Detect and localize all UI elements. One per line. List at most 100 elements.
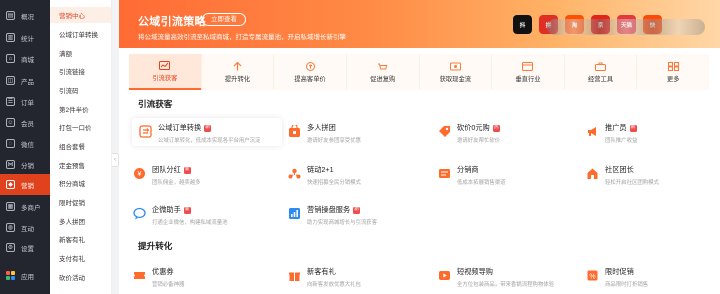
sidebar-item-order[interactable]: ☰ 订单 [0, 91, 50, 112]
feature-card-short-video[interactable]: 短视频导购 全方位包装商品，带来香锅流程购物体验 [437, 262, 587, 290]
team-bonus-icon: ¥ [132, 166, 146, 180]
order-icon: ☰ [6, 97, 15, 106]
submenu-item[interactable]: 引流链接 [50, 63, 111, 79]
tab-industry[interactable]: 垂直行业 [491, 54, 564, 90]
feature-card-distributor[interactable]: 分销商低成本拓展销售渠道 [437, 160, 587, 188]
feature-card-community-leader[interactable]: 社区团长 轻松开启社区团购模式 [585, 160, 720, 188]
feature-card-title: 社区团长 [605, 165, 659, 175]
secondary-sidebar: 营销中心公域订单转换 满额引流链接引流码第2件半价打包一口价组合套餐定金预售积分商… [50, 0, 112, 294]
feature-card-text: 多人拼团 邀请好友参团享受优惠 [307, 123, 361, 144]
submenu-item[interactable]: 满额 [50, 44, 111, 60]
banner-subtitle: 将公域流量高效引流至私域商城，打造专属流量池，开启私域增长新引擎 [138, 34, 346, 41]
sidebar-item-mall[interactable]: ⌂ 商城 [0, 48, 50, 69]
stats-icon: ▥ [6, 33, 15, 42]
submenu-item[interactable]: 组合套餐 [50, 138, 111, 154]
submenu-item[interactable]: 支付有礼 [50, 250, 111, 266]
feature-card-desc: 打通企业微信，构建私域流量池 [152, 220, 228, 226]
section-title-acquire: 引流获客 [138, 99, 173, 109]
feature-card-desc: 团队推广收益 [605, 138, 638, 144]
sidebar-item-settings[interactable]: ⚙ 设置 [0, 237, 50, 258]
feature-card-title: 分销商 [457, 165, 506, 175]
sidebar-item-apps[interactable]: 应用 [0, 265, 50, 286]
tab-label: 获取现金流 [439, 76, 472, 83]
feature-card-order-convert[interactable]: 公域订单转换新公域订单转化，低成本实现各平台用户沉淀 [132, 118, 282, 146]
sidebar-item-wechat[interactable]: ◌ 微信 [0, 133, 50, 154]
tools-icon [595, 61, 607, 71]
feature-card-desc: 低成本拓展销售渠道 [457, 180, 506, 186]
feature-card-title: 新客有礼 [307, 267, 361, 277]
traffic-icon [159, 60, 171, 70]
sidebar-item-label: 产品 [21, 78, 34, 86]
submenu-item[interactable]: 多人拼团 [50, 213, 111, 229]
feature-card-name: 限时促销 [605, 267, 634, 276]
order-convert-icon [138, 124, 152, 138]
submenu-item[interactable]: 公域订单转换 [50, 26, 111, 42]
more-icon [667, 61, 679, 71]
sidebar-item-product[interactable]: ◫ 产品 [0, 70, 50, 91]
main-content: 公域引流策略 立即查看 将公域流量高效引流至私域商城，打造专属流量池，开启私域增… [119, 0, 720, 294]
feature-card-bargain[interactable]: 砍价0元购热邀请好友帮忙砍价 [437, 118, 587, 146]
submenu-item[interactable]: 营销中心 [50, 7, 111, 24]
feature-card-name: 优惠券 [152, 267, 174, 276]
flash-sale-icon: % [585, 268, 599, 282]
tab-label: 促进复购 [370, 76, 396, 83]
wechat-icon: ◌ [6, 139, 15, 148]
primary-sidebar: ▤ 概况 ▥ 统计 ⌂ 商城 ◫ 产品 ☰ 订单 ☺ 会员 ◌ 微信 ⋈ 分销 ◆ 营销 ▦ 多商户 ◍ 互动 ⚙ 设置应用 [0, 0, 50, 294]
marketing-icon: ◆ [6, 180, 15, 189]
feature-card-coupon[interactable]: 优惠券 营销必备神器 [132, 262, 282, 290]
sidebar-item-overview[interactable]: ▤ 概况 [0, 5, 50, 26]
product-icon: ◫ [6, 76, 15, 85]
feature-card-wecom-assistant[interactable]: 企微助手新打通企业微信，构建私域流量池 [132, 200, 282, 228]
submenu-item[interactable]: 积分商城 [50, 175, 111, 191]
submenu-item[interactable]: 新客有礼 [50, 231, 111, 247]
feature-badge: 新 [183, 166, 191, 174]
submenu-item[interactable]: 定金预售 [50, 157, 111, 173]
sidebar-item-merchant[interactable]: ▦ 多商户 [0, 196, 50, 217]
tab-aov[interactable]: 提高客单价 [273, 54, 346, 90]
collapse-sidebar-button[interactable]: ‹ [112, 153, 119, 167]
feature-card-link-chain[interactable]: 链动2+1 快速招募全民分销模式 [287, 160, 437, 188]
view-now-button[interactable]: 立即查看 [202, 13, 246, 26]
wecom-assistant-icon [132, 206, 146, 220]
sidebar-item-distribution[interactable]: ⋈ 分销 [0, 154, 50, 175]
sidebar-item-marketing[interactable]: ◆ 营销 [0, 174, 50, 195]
tab-cashflow[interactable]: 获取现金流 [418, 54, 492, 90]
tab-label: 更多 [666, 76, 680, 83]
sidebar-item-label: 设置 [21, 245, 34, 253]
submenu-item[interactable]: 第2件半价 [50, 100, 111, 116]
feature-card-flash-sale[interactable]: % 限时促销 商品限时打折销售 [585, 262, 720, 290]
tab-label: 垂直行业 [515, 76, 541, 83]
feature-card-title: 营销操盘服务新 [307, 205, 377, 215]
svg-text:¥: ¥ [137, 171, 141, 178]
tab-more[interactable]: 更多 [636, 54, 709, 90]
tab-traffic[interactable]: 引流获客 [129, 54, 201, 90]
submenu-item[interactable]: 限时促销 [50, 194, 111, 210]
feature-card-text: 企微助手新打通企业微信，构建私域流量池 [152, 205, 227, 226]
merchant-icon: ▦ [6, 202, 15, 211]
overview-icon: ▤ [6, 11, 15, 20]
feature-card-new-customer-gift[interactable]: 新客有礼 向新客发放优惠大礼包 [287, 262, 437, 290]
category-tabs: 引流获客 提升转化 提高客单价 促进复购 获取现金流 垂直行业 经营工具 更多 [129, 54, 709, 90]
apps-icon [6, 271, 15, 280]
feature-card-title: 多人拼团 [307, 123, 361, 133]
feature-card-name: 分销商 [457, 165, 479, 174]
sidebar-item-interact[interactable]: ◍ 互动 [0, 217, 50, 238]
tab-tools[interactable]: 经营工具 [563, 54, 637, 90]
tab-conversion[interactable]: 提升转化 [200, 54, 274, 90]
feature-card-group-buy[interactable]: 多人拼团 邀请好友参团享受优惠 [287, 118, 437, 146]
sidebar-item-member[interactable]: ☺ 会员 [0, 112, 50, 133]
feature-card-promoter[interactable]: 推广员新团队推广收益 [585, 118, 720, 146]
distributor-icon [437, 166, 451, 180]
sidebar-item-stats[interactable]: ▥ 统计 [0, 27, 50, 48]
submenu-item[interactable]: 引流码 [50, 82, 111, 98]
feature-card-name: 企微助手 [152, 205, 181, 214]
feature-card-marketing-service[interactable]: 营销操盘服务新助力实现商城增长与引流获客 [287, 200, 437, 228]
feature-badge: 新 [353, 206, 361, 214]
submenu-item[interactable]: 砍价活动 [50, 269, 111, 285]
promoter-icon [585, 124, 599, 138]
submenu-item[interactable]: 打包一口价 [50, 119, 111, 135]
feature-card-title: 限时促销 [605, 267, 648, 277]
feature-card-team-bonus[interactable]: ¥ 团队分红新团队佣金，越卖越多 [132, 160, 282, 188]
feature-card-title: 公域订单转换新 [158, 123, 260, 133]
tab-repurchase[interactable]: 促进复购 [345, 54, 419, 90]
